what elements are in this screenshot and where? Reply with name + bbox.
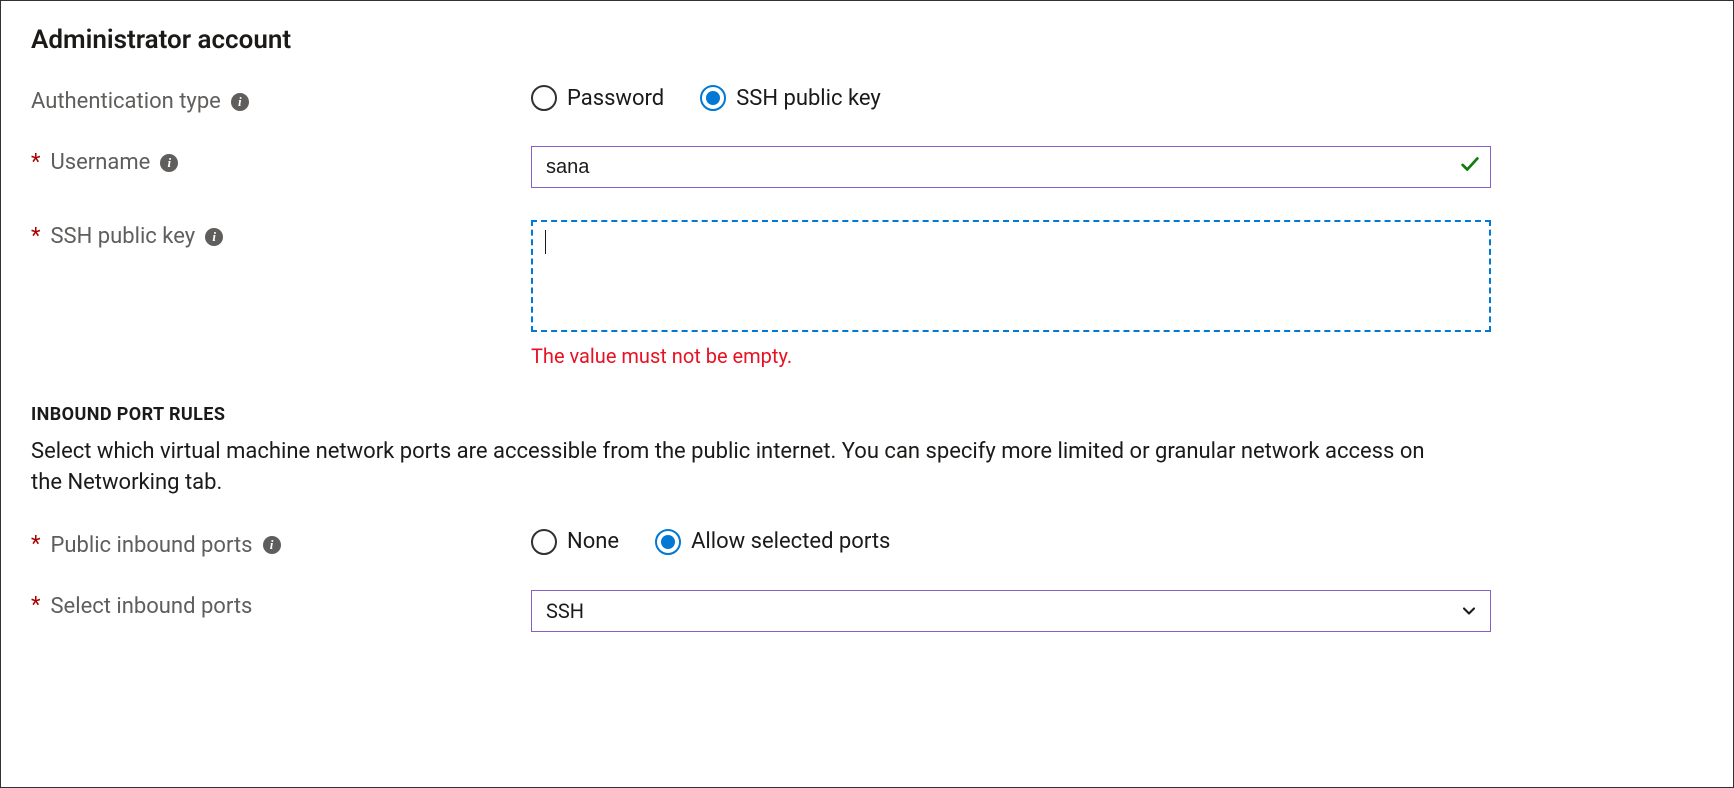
username-label-col: * Username i — [31, 146, 531, 175]
radio-label: Password — [567, 86, 664, 111]
row-ssh-key: * SSH public key i The value must not be… — [31, 220, 1703, 368]
auth-type-label: Authentication type — [31, 89, 221, 114]
public-ports-radio-group: None Allow selected ports — [531, 529, 1703, 555]
info-icon[interactable]: i — [205, 228, 223, 246]
radio-circle-icon — [531, 529, 557, 555]
inbound-rules-header: INBOUND PORT RULES — [31, 404, 1703, 425]
radio-label: Allow selected ports — [691, 529, 890, 554]
select-ports-control: SSH — [531, 590, 1703, 632]
username-input-wrap — [531, 146, 1491, 188]
text-caret-icon — [545, 230, 546, 254]
row-public-inbound-ports: * Public inbound ports i None Allow sele… — [31, 529, 1703, 558]
required-asterisk-icon: * — [31, 226, 40, 248]
auth-type-controls: Password SSH public key — [531, 85, 1703, 111]
required-asterisk-icon: * — [31, 534, 40, 556]
radio-ports-allow[interactable]: Allow selected ports — [655, 529, 890, 555]
username-label: Username — [50, 150, 150, 175]
radio-circle-icon — [531, 85, 557, 111]
select-ports-dropdown[interactable]: SSH — [531, 590, 1491, 632]
ssh-key-error: The value must not be empty. — [531, 344, 1703, 368]
username-control — [531, 146, 1703, 188]
required-asterisk-icon: * — [31, 595, 40, 617]
ssh-key-label-col: * SSH public key i — [31, 220, 531, 249]
checkmark-icon — [1459, 153, 1481, 181]
radio-auth-password[interactable]: Password — [531, 85, 664, 111]
auth-type-radio-group: Password SSH public key — [531, 85, 1703, 111]
select-ports-label: Select inbound ports — [50, 594, 252, 619]
row-select-inbound-ports: * Select inbound ports SSH — [31, 590, 1703, 632]
row-auth-type: Authentication type i Password SSH publi… — [31, 85, 1703, 114]
info-icon[interactable]: i — [160, 154, 178, 172]
select-ports-wrap: SSH — [531, 590, 1491, 632]
select-ports-label-col: * Select inbound ports — [31, 590, 531, 619]
ssh-key-textarea[interactable] — [531, 220, 1491, 332]
inbound-rules-description: Select which virtual machine network por… — [31, 437, 1431, 499]
username-input[interactable] — [531, 146, 1491, 188]
admin-account-title: Administrator account — [31, 25, 1703, 55]
radio-ports-none[interactable]: None — [531, 529, 619, 555]
radio-auth-ssh[interactable]: SSH public key — [700, 85, 881, 111]
required-asterisk-icon: * — [31, 152, 40, 174]
public-ports-label: Public inbound ports — [50, 533, 252, 558]
select-ports-value: SSH — [546, 599, 584, 623]
ssh-key-label: SSH public key — [50, 224, 195, 249]
radio-label: SSH public key — [736, 86, 881, 111]
info-icon[interactable]: i — [263, 536, 281, 554]
public-ports-label-col: * Public inbound ports i — [31, 529, 531, 558]
radio-circle-icon — [700, 85, 726, 111]
radio-label: None — [567, 529, 619, 554]
radio-circle-icon — [655, 529, 681, 555]
row-username: * Username i — [31, 146, 1703, 188]
ssh-key-control: The value must not be empty. — [531, 220, 1703, 368]
vm-create-admin-panel: Administrator account Authentication typ… — [0, 0, 1734, 788]
info-icon[interactable]: i — [231, 93, 249, 111]
ssh-key-input-wrap — [531, 220, 1491, 336]
auth-type-label-col: Authentication type i — [31, 85, 531, 114]
public-ports-controls: None Allow selected ports — [531, 529, 1703, 555]
